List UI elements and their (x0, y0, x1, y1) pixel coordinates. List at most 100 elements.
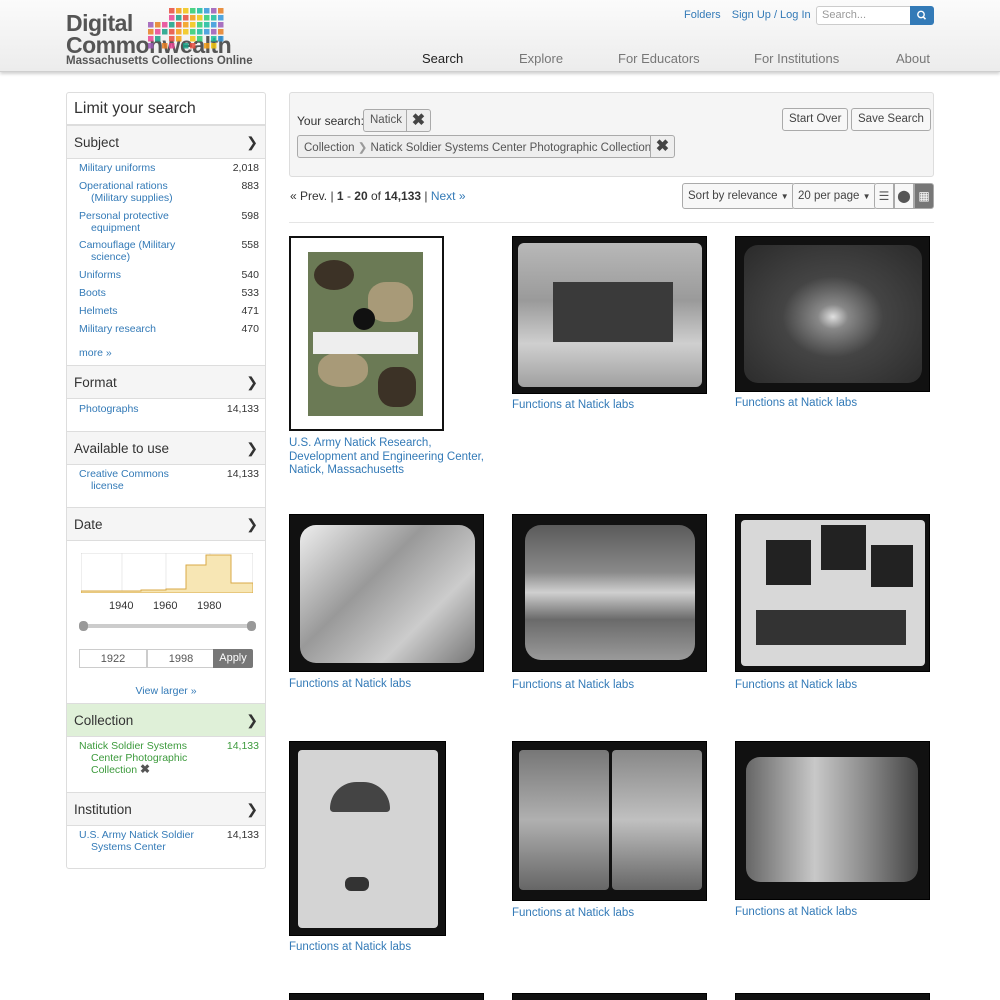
result-thumbnail[interactable] (735, 993, 930, 1000)
facet-item[interactable]: Military research 470 (79, 323, 259, 336)
date-apply-button[interactable]: Apply (213, 649, 253, 668)
utility-links: Folders Sign Up / Log In (684, 9, 819, 21)
result-title-link[interactable]: Functions at Natick labs (512, 679, 634, 693)
result-title-link[interactable]: Functions at Natick labs (512, 399, 634, 413)
label-line: equipment (91, 221, 141, 234)
filter-constraint[interactable]: Collection ❯ Natick Soldier Systems Cent… (297, 135, 659, 158)
result-thumbnail[interactable] (735, 236, 930, 392)
result-thumbnail[interactable] (512, 741, 707, 901)
remove-query-icon[interactable]: ✖ (406, 109, 431, 132)
caret-down-icon: ▼ (862, 192, 871, 201)
facet-item-count: 14,133 (226, 829, 259, 841)
per-page-dropdown[interactable]: 20 per page ▼ (792, 183, 877, 209)
start-over-button[interactable]: Start Over (782, 108, 849, 131)
sort-dropdown[interactable]: Sort by relevance ▼ (682, 183, 795, 209)
facet-date-header[interactable]: Date ❯ (67, 507, 265, 541)
facet-item[interactable]: U.S. Army Natick Soldier Systems Center 1… (79, 829, 259, 853)
nav-explore[interactable]: Explore (519, 51, 563, 66)
facet-item-label[interactable]: Natick Soldier Systems Center Photographi… (79, 740, 199, 777)
facet-item-label[interactable]: Personal protective equipment (79, 210, 199, 234)
result-thumbnail[interactable] (512, 514, 707, 672)
caret-down-icon: ▼ (780, 192, 789, 201)
signup-login-link[interactable]: Sign Up / Log In (732, 9, 811, 21)
date-axis-label: 1960 (153, 600, 178, 612)
facet-item[interactable]: Personal protective equipment 598 (79, 210, 259, 234)
gallery-view-button[interactable]: ▦ (914, 183, 934, 209)
facet-item-label[interactable]: Camouflage (Military science) (79, 239, 199, 263)
grid-icon: ▦ (918, 189, 930, 203)
facet-item-label[interactable]: Military uniforms (79, 162, 199, 175)
search-input[interactable]: Search... (816, 6, 911, 25)
result-thumbnail[interactable] (512, 993, 707, 1000)
facet-item-label[interactable]: Uniforms (79, 269, 199, 282)
facet-item[interactable]: Helmets 471 (79, 305, 259, 318)
save-search-button[interactable]: Save Search (851, 108, 931, 131)
result-thumbnail[interactable] (735, 741, 930, 900)
facet-item-label[interactable]: Operational rations (Military supplies) (79, 180, 199, 204)
site-logo[interactable]: Digital Commonwealth Massachusetts Colle… (66, 6, 253, 68)
date-to-input[interactable]: 1998 (147, 649, 215, 668)
facet-collection-header[interactable]: Collection ❯ (67, 703, 265, 737)
facet-date-label: Date (74, 517, 103, 532)
query-constraint[interactable]: Natick (363, 109, 409, 132)
date-range-slider[interactable] (81, 624, 251, 628)
slider-handle-start[interactable] (79, 621, 88, 631)
slider-handle-end[interactable] (247, 621, 256, 631)
nav-for-institutions[interactable]: For Institutions (754, 51, 839, 66)
remove-filter-icon[interactable]: ✖ (650, 135, 675, 158)
search-button[interactable] (910, 6, 934, 25)
result-title-link[interactable]: Functions at Natick labs (735, 397, 857, 411)
map-view-button[interactable]: ⬤ (894, 183, 914, 209)
facet-item-label[interactable]: Boots (79, 287, 199, 300)
label-line: Systems Center (91, 840, 166, 853)
facet-item[interactable]: Photographs 14,133 (79, 403, 259, 416)
facet-available-header[interactable]: Available to use ❯ (67, 431, 265, 465)
result-thumbnail[interactable] (512, 236, 707, 394)
date-from-input[interactable]: 1922 (79, 649, 147, 668)
nav-about[interactable]: About (896, 51, 930, 66)
facet-institution-header[interactable]: Institution ❯ (67, 792, 265, 826)
nav-search[interactable]: Search (422, 51, 463, 66)
result-thumbnail[interactable] (289, 993, 484, 1000)
range-start: 1 (336, 189, 344, 203)
folders-link[interactable]: Folders (684, 9, 721, 21)
result-title-link[interactable]: Functions at Natick labs (735, 906, 857, 920)
facet-item-count: 533 (241, 287, 259, 299)
facet-item[interactable]: Uniforms 540 (79, 269, 259, 282)
facet-item-label[interactable]: U.S. Army Natick Soldier Systems Center (79, 829, 199, 853)
result-title-link[interactable]: U.S. Army Natick Research, Development a… (289, 437, 489, 478)
list-view-button[interactable]: ☰ (874, 183, 894, 209)
next-link[interactable]: Next » (431, 189, 466, 203)
logo-line-3: Massachusetts Collections Online (66, 55, 253, 67)
facet-subject-header[interactable]: Subject ❯ (67, 125, 265, 159)
facet-item[interactable]: Creative Commons license 14,133 (79, 468, 259, 492)
facet-item-label[interactable]: Creative Commons license (79, 468, 199, 492)
facet-item[interactable]: Military uniforms 2,018 (79, 162, 259, 175)
facet-item[interactable]: Operational rations (Military supplies) 8… (79, 180, 259, 204)
result-thumbnail[interactable] (289, 741, 446, 936)
result-title-link[interactable]: Functions at Natick labs (289, 678, 411, 692)
chevron-down-icon: ❯ (246, 801, 258, 817)
date-histogram[interactable] (81, 553, 253, 593)
facet-item-label[interactable]: Helmets (79, 305, 199, 318)
per-page-value: 20 per page (798, 190, 860, 202)
result-thumbnail[interactable] (289, 236, 444, 431)
remove-icon[interactable]: ✖ (140, 762, 150, 776)
facet-item[interactable]: Camouflage (Military science) 558 (79, 239, 259, 263)
view-larger-link[interactable]: View larger » (67, 685, 265, 697)
facet-subject-label: Subject (74, 135, 120, 150)
facet-item-selected[interactable]: Natick Soldier Systems Center Photographi… (79, 740, 259, 777)
facet-item-label[interactable]: Photographs (79, 403, 199, 416)
divider (289, 222, 934, 223)
facet-more-link[interactable]: more » (79, 347, 112, 359)
result-thumbnail[interactable] (289, 514, 484, 672)
facet-item[interactable]: Boots 533 (79, 287, 259, 300)
result-title-link[interactable]: Functions at Natick labs (289, 941, 411, 955)
facet-format-header[interactable]: Format ❯ (67, 365, 265, 399)
result-title-link[interactable]: Functions at Natick labs (735, 679, 857, 693)
prev-link: « Prev. (290, 189, 328, 203)
nav-for-educators[interactable]: For Educators (618, 51, 700, 66)
result-thumbnail[interactable] (735, 514, 930, 672)
result-title-link[interactable]: Functions at Natick labs (512, 907, 634, 921)
facet-item-label[interactable]: Military research (79, 323, 199, 336)
